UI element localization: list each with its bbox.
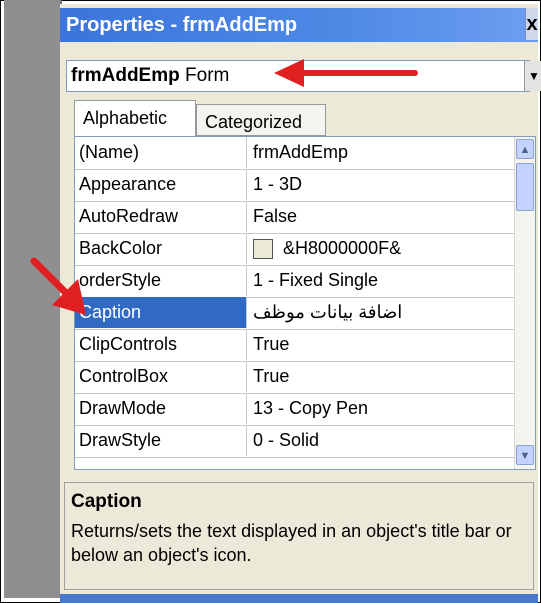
description-text: Returns/sets the text displayed in an ob…: [71, 521, 512, 565]
property-row[interactable]: DrawMode 13 - Copy Pen: [75, 393, 515, 426]
property-row[interactable]: (Name) frmAddEmp: [75, 137, 515, 170]
property-value[interactable]: 1 - 3D: [248, 169, 515, 200]
properties-window: Properties - frmAddEmp x frmAddEmp Form …: [60, 4, 541, 596]
property-row[interactable]: AutoRedraw False: [75, 201, 515, 234]
property-row[interactable]: ControlBox True: [75, 361, 515, 394]
description-pane: Caption Returns/sets the text displayed …: [64, 482, 534, 590]
next-window-strip: [60, 594, 538, 603]
property-grid: (Name) frmAddEmp Appearance 1 - 3D AutoR…: [74, 136, 536, 470]
scroll-up-icon[interactable]: ▲: [516, 139, 534, 159]
scroll-down-icon[interactable]: ▼: [516, 445, 534, 465]
property-value[interactable]: 13 - Copy Pen: [248, 393, 515, 424]
property-value[interactable]: False: [248, 201, 515, 232]
color-swatch: [253, 239, 273, 260]
tab-alphabetic[interactable]: Alphabetic: [74, 100, 196, 136]
property-name: ClipControls: [75, 329, 247, 360]
object-name: frmAddEmp: [71, 65, 180, 86]
property-name: BackColor: [75, 233, 247, 264]
property-name: orderStyle: [75, 265, 247, 296]
arrow-pointing-down-right-icon: [30, 257, 86, 315]
object-type: Form: [185, 65, 230, 86]
property-value[interactable]: True: [248, 361, 515, 392]
property-name: Caption: [75, 297, 247, 328]
property-name: (Name): [75, 137, 247, 168]
property-value[interactable]: True: [248, 329, 515, 360]
property-value[interactable]: 1 - Fixed Single: [248, 265, 515, 296]
property-value[interactable]: &H8000000F&: [248, 233, 515, 264]
property-row-selected[interactable]: Caption اضافة بيانات موظف: [75, 297, 515, 330]
property-name: ControlBox: [75, 361, 247, 392]
vertical-scrollbar[interactable]: ▲ ▼: [514, 137, 535, 469]
close-button[interactable]: x: [525, 8, 538, 40]
backcolor-value: &H8000000F&: [283, 238, 402, 258]
property-name: DrawStyle: [75, 425, 247, 456]
window-title: Properties - frmAddEmp: [60, 8, 538, 42]
property-row[interactable]: DrawStyle 0 - Solid: [75, 425, 515, 458]
caption-value[interactable]: اضافة بيانات موظف: [248, 297, 515, 328]
property-row[interactable]: Appearance 1 - 3D: [75, 169, 515, 202]
description-title: Caption: [71, 491, 142, 512]
property-row[interactable]: orderStyle 1 - Fixed Single: [75, 265, 515, 298]
property-row[interactable]: ClipControls True: [75, 329, 515, 362]
arrow-pointing-left-icon: [274, 59, 418, 87]
tab-categorized[interactable]: Categorized: [196, 104, 326, 136]
dropdown-arrow-icon[interactable]: ▼: [524, 61, 541, 91]
property-value[interactable]: frmAddEmp: [248, 137, 515, 168]
property-value[interactable]: 0 - Solid: [248, 425, 515, 456]
scroll-thumb[interactable]: [516, 163, 534, 211]
property-name: Appearance: [75, 169, 247, 200]
property-row[interactable]: BackColor &H8000000F&: [75, 233, 515, 266]
property-name: DrawMode: [75, 393, 247, 424]
property-name: AutoRedraw: [75, 201, 247, 232]
